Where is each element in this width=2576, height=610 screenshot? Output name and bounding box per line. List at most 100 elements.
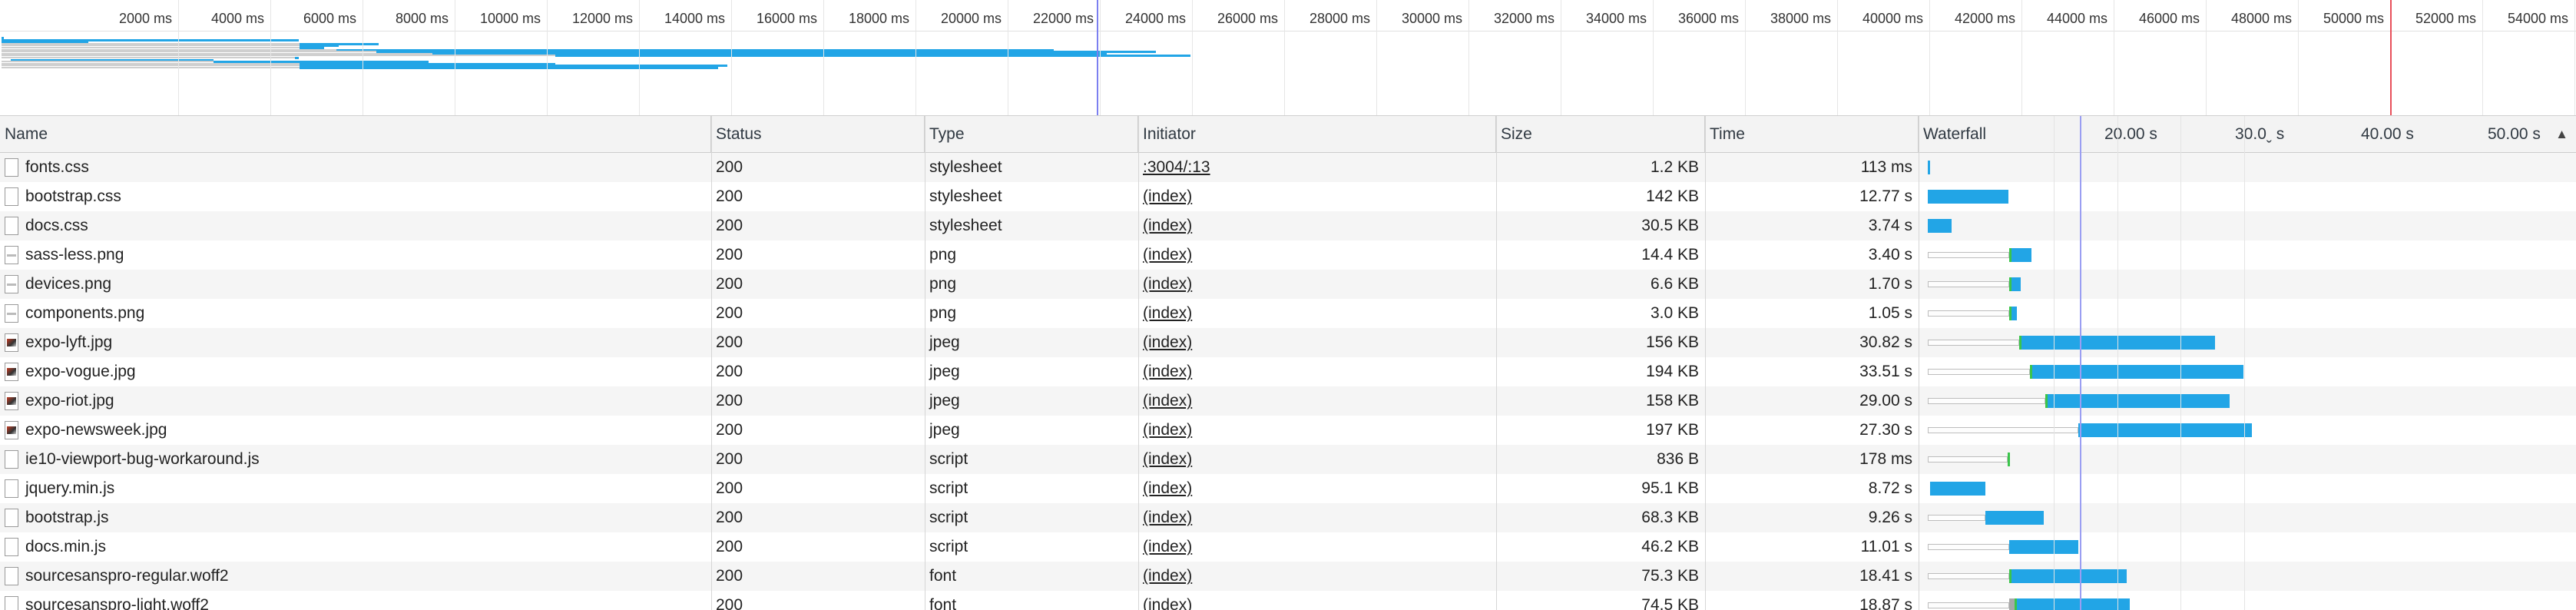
- cell-size: 142 KB: [1496, 182, 1705, 211]
- initiator-link[interactable]: (index): [1143, 392, 1192, 409]
- table-row[interactable]: fonts.css 200 stylesheet:3004/:13 1.2 KB 113…: [0, 153, 2576, 182]
- cell-initiator[interactable]: (index): [1138, 357, 1496, 386]
- table-row[interactable]: sourcesanspro-light.woff2 200 font (index) 7…: [0, 591, 2576, 610]
- overview-tick-label: 38000 ms: [1770, 11, 1831, 26]
- cell-name[interactable]: fonts.css: [0, 153, 711, 182]
- table-row[interactable]: jquery.min.js 200 script (index) 95.1 KB 8.72…: [0, 474, 2576, 503]
- initiator-link[interactable]: (index): [1143, 538, 1192, 555]
- sort-ascending-icon[interactable]: ▲: [2555, 116, 2568, 152]
- cell-name[interactable]: sourcesanspro-light.woff2: [0, 591, 711, 610]
- initiator-link[interactable]: (index): [1143, 333, 1192, 351]
- initiator-link[interactable]: :3004/:13: [1143, 158, 1210, 176]
- cell-initiator[interactable]: (index): [1138, 474, 1496, 503]
- cell-name[interactable]: docs.min.js: [0, 532, 711, 562]
- photo-icon: [5, 392, 18, 410]
- table-row[interactable]: devices.png 200 png (index) 6.6 KB 1.70 s: [0, 270, 2576, 299]
- column-header-initiator[interactable]: Initiator: [1138, 116, 1496, 152]
- cell-size-text: 30.5 KB: [1641, 217, 1699, 234]
- table-row[interactable]: docs.min.js 200 script (index) 46.2 KB 11.01 …: [0, 532, 2576, 562]
- column-header-name[interactable]: Name: [0, 116, 711, 152]
- cell-name[interactable]: expo-newsweek.jpg: [0, 416, 711, 445]
- cell-status-text: 200: [716, 158, 743, 176]
- column-header-waterfall[interactable]: Waterfall 20.00 s 30.0⁠ˬ s 40.00 s 50.00…: [1919, 116, 2576, 152]
- column-header-size[interactable]: Size: [1496, 116, 1705, 152]
- initiator-link[interactable]: (index): [1143, 567, 1192, 585]
- waterfall-download-bar: [1928, 190, 2009, 204]
- cell-initiator[interactable]: (index): [1138, 182, 1496, 211]
- table-row[interactable]: sourcesanspro-regular.woff2 200 font (index…: [0, 562, 2576, 591]
- overview-tick-label: 46000 ms: [2138, 11, 2200, 26]
- request-name: docs.css: [25, 217, 88, 234]
- cell-name[interactable]: devices.png: [0, 270, 711, 299]
- cell-time-text: 11.01 s: [1860, 538, 1912, 555]
- waterfall-stalled-bar: [1928, 602, 2009, 608]
- cell-initiator[interactable]: (index): [1138, 240, 1496, 270]
- overview-tick-label: 30000 ms: [1401, 11, 1462, 26]
- request-name: components.png: [25, 304, 145, 322]
- cell-initiator[interactable]: (index): [1138, 386, 1496, 416]
- cell-initiator[interactable]: (index): [1138, 562, 1496, 591]
- doc-icon: [5, 158, 18, 177]
- cell-initiator[interactable]: (index): [1138, 503, 1496, 532]
- initiator-link[interactable]: (index): [1143, 596, 1192, 610]
- cell-name[interactable]: expo-vogue.jpg: [0, 357, 711, 386]
- cell-initiator[interactable]: (index): [1138, 211, 1496, 240]
- cell-name[interactable]: components.png: [0, 299, 711, 328]
- initiator-link[interactable]: (index): [1143, 187, 1192, 205]
- initiator-link[interactable]: (index): [1143, 217, 1192, 234]
- column-header-type[interactable]: Type: [925, 116, 1138, 152]
- cell-name[interactable]: bootstrap.js: [0, 503, 711, 532]
- cell-name[interactable]: sourcesanspro-regular.woff2: [0, 562, 711, 591]
- table-row[interactable]: ie10-viewport-bug-workaround.js 200 script…: [0, 445, 2576, 474]
- table-row[interactable]: expo-vogue.jpg 200 jpeg (index) 194 KB 33.51 …: [0, 357, 2576, 386]
- dom-content-loaded-marker: [1097, 0, 1098, 115]
- table-row[interactable]: expo-lyft.jpg 200 jpeg (index) 156 KB 30.82 s: [0, 328, 2576, 357]
- cell-type: script: [925, 503, 1138, 532]
- initiator-link[interactable]: (index): [1143, 275, 1192, 293]
- cell-name[interactable]: bootstrap.css: [0, 182, 711, 211]
- table-row[interactable]: bootstrap.js 200 script (index) 68.3 KB 9.26 …: [0, 503, 2576, 532]
- initiator-link[interactable]: (index): [1143, 509, 1192, 526]
- cell-initiator[interactable]: (index): [1138, 532, 1496, 562]
- cell-status: 200: [711, 503, 925, 532]
- overview-gridline: [178, 0, 179, 115]
- cell-time-text: 18.87 s: [1859, 596, 1912, 610]
- request-name: expo-riot.jpg: [25, 392, 114, 409]
- cell-time-text: 27.30 s: [1859, 421, 1912, 439]
- initiator-link[interactable]: (index): [1143, 479, 1192, 497]
- timeline-overview[interactable]: 2000 ms 4000 ms 6000 ms 8000 ms 10000 ms 1200…: [0, 0, 2576, 116]
- table-row[interactable]: expo-riot.jpg 200 jpeg (index) 158 KB 29.00 s: [0, 386, 2576, 416]
- initiator-link[interactable]: (index): [1143, 450, 1192, 468]
- table-row[interactable]: docs.css 200 stylesheet (index) 30.5 KB 3.74 …: [0, 211, 2576, 240]
- table-row[interactable]: expo-newsweek.jpg 200 jpeg (index) 197 KB 27.…: [0, 416, 2576, 445]
- cell-initiator[interactable]: :3004/:13: [1138, 153, 1496, 182]
- cell-name[interactable]: jquery.min.js: [0, 474, 711, 503]
- cell-initiator[interactable]: (index): [1138, 328, 1496, 357]
- cell-name[interactable]: sass-less.png: [0, 240, 711, 270]
- image-icon: [5, 304, 18, 323]
- column-header-time[interactable]: Time: [1705, 116, 1919, 152]
- cell-type: script: [925, 445, 1138, 474]
- cell-name[interactable]: docs.css: [0, 211, 711, 240]
- table-row[interactable]: components.png 200 png (index) 3.0 KB 1.05 s: [0, 299, 2576, 328]
- cell-initiator[interactable]: (index): [1138, 299, 1496, 328]
- column-header-status[interactable]: Status: [711, 116, 925, 152]
- initiator-link[interactable]: (index): [1143, 304, 1192, 322]
- initiator-link[interactable]: (index): [1143, 363, 1192, 380]
- cell-name[interactable]: expo-lyft.jpg: [0, 328, 711, 357]
- cell-name[interactable]: ie10-viewport-bug-workaround.js: [0, 445, 711, 474]
- overview-tick-label: 16000 ms: [756, 11, 817, 26]
- cell-status-text: 200: [716, 596, 743, 610]
- waterfall-gridline: [2117, 116, 2118, 610]
- cell-initiator[interactable]: (index): [1138, 270, 1496, 299]
- initiator-link[interactable]: (index): [1143, 246, 1192, 264]
- cell-initiator[interactable]: (index): [1138, 591, 1496, 610]
- cell-time: 178 ms: [1705, 445, 1919, 474]
- table-row[interactable]: sass-less.png 200 png (index) 14.4 KB 3.40 s: [0, 240, 2576, 270]
- cell-name[interactable]: expo-riot.jpg: [0, 386, 711, 416]
- cell-time-text: 3.74 s: [1868, 217, 1912, 234]
- table-row[interactable]: bootstrap.css 200 stylesheet (index) 142 KB 1…: [0, 182, 2576, 211]
- cell-initiator[interactable]: (index): [1138, 416, 1496, 445]
- cell-initiator[interactable]: (index): [1138, 445, 1496, 474]
- initiator-link[interactable]: (index): [1143, 421, 1192, 439]
